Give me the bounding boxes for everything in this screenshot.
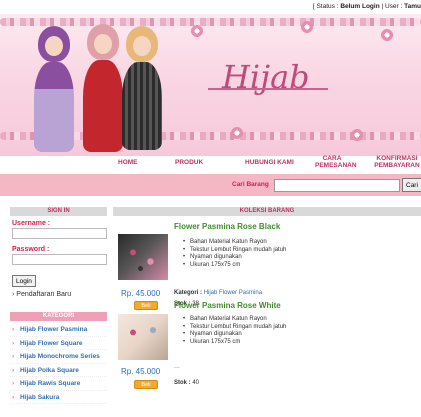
- flower-decoration: [350, 128, 364, 142]
- feature-item: Nyaman digunakan: [183, 331, 286, 339]
- feature-item: Bahan Material Katun Rayon: [183, 239, 286, 247]
- search-bar: Cari Barang Cari: [0, 174, 421, 196]
- product-features: Bahan Material Katun Rayon Tekstur Lembu…: [183, 316, 286, 346]
- category-label: Kategori :: [174, 290, 203, 296]
- user-value: Tamu: [404, 3, 421, 10]
- feature-item: Ukuran 175x75 cm: [183, 262, 286, 270]
- product-image[interactable]: [118, 234, 168, 280]
- product-category: Kategori : Hijab Flower Pasmina: [174, 290, 262, 296]
- search-input[interactable]: [274, 179, 400, 192]
- nav-cara-pemesanan[interactable]: CARA PEMESANAN: [315, 155, 357, 169]
- category-item[interactable]: Hijab Flower Pasmina: [10, 323, 107, 337]
- nav-konfirmasi-pembayaran[interactable]: KONFIRMASI PEMBAYARAN: [372, 155, 421, 169]
- feature-item: Nyaman digunakan: [183, 254, 286, 262]
- search-button[interactable]: Cari: [402, 178, 421, 192]
- category-list: Hijab Flower Pasmina Hijab Flower Square…: [10, 323, 107, 404]
- logo-ornament: [208, 88, 328, 90]
- feature-item: Ukuran 175x75 cm: [183, 339, 286, 347]
- flower-decoration: [300, 20, 314, 34]
- category-item[interactable]: Hijab Monochrome Series: [10, 350, 107, 364]
- buy-button[interactable]: Beli: [134, 380, 158, 389]
- signin-header: SIGN IN: [10, 207, 107, 216]
- flower-decoration: [190, 24, 204, 38]
- register-link-label: Pendaftaran Baru: [16, 291, 72, 298]
- status-bar: [ Status : Belum Login | User : Tamu: [0, 0, 421, 14]
- nav-produk[interactable]: PRODUK: [175, 159, 203, 166]
- password-label: Password :: [12, 246, 50, 253]
- product-price: Rp. 45.000: [121, 289, 161, 298]
- search-label: Cari Barang: [232, 181, 269, 188]
- register-link[interactable]: › Pendaftaran Baru: [12, 291, 107, 298]
- stock-label: Stok :: [174, 380, 191, 386]
- stock-info: Stok : 40: [174, 380, 199, 386]
- site-logo[interactable]: Hijab: [222, 58, 310, 96]
- status-value: Belum Login: [340, 3, 380, 10]
- username-label: Username :: [12, 220, 51, 227]
- main-nav: HOME PRODUK HUBUNGI KAMI CARA PEMESANAN …: [0, 155, 421, 174]
- feature-item: Bahan Material Katun Rayon: [183, 316, 286, 324]
- product-title[interactable]: Flower Pasmina Rose Black: [174, 222, 280, 231]
- nav-hubungi-kami[interactable]: HUBUNGI KAMI: [245, 159, 294, 166]
- model-illustration-right: [118, 24, 168, 150]
- left-sidebar: SIGN IN Username : Password : Login › Pe…: [10, 207, 107, 417]
- feature-item: Tekstur Lembut Ringan mudah jatuh: [183, 324, 286, 332]
- category-item[interactable]: Hijab Flower Square: [10, 337, 107, 350]
- model-illustration-left: [30, 24, 80, 152]
- password-field[interactable]: [12, 254, 107, 265]
- flower-decoration: [230, 126, 244, 140]
- stock-value: 40: [192, 380, 200, 386]
- nav-home[interactable]: HOME: [118, 159, 138, 166]
- header-banner: Hijab: [0, 14, 421, 156]
- product-card: Flower Pasmina Rose White Bahan Material…: [113, 301, 421, 417]
- category-item[interactable]: Hijab Polka Square: [10, 364, 107, 377]
- product-title[interactable]: Flower Pasmina Rose White: [174, 301, 281, 310]
- status-label: [ Status :: [312, 3, 339, 10]
- category-link[interactable]: Hijab Flower Pasmina: [204, 290, 262, 296]
- product-price: Rp. 45.000: [121, 367, 161, 376]
- product-collection: KOLEKSI BARANG Flower Pasmina Rose Black…: [113, 207, 421, 417]
- product-image[interactable]: [118, 314, 168, 360]
- flower-decoration: [380, 28, 394, 42]
- more-ellipsis: ...: [174, 363, 180, 370]
- category-item[interactable]: Hijab Rawis Square: [10, 377, 107, 391]
- category-item[interactable]: Hijab Sakura: [10, 391, 107, 404]
- product-features: Bahan Material Katun Rayon Tekstur Lembu…: [183, 239, 286, 269]
- username-field[interactable]: [12, 228, 107, 239]
- collection-header: KOLEKSI BARANG: [113, 207, 421, 216]
- login-button[interactable]: Login: [12, 275, 36, 287]
- kategori-header: KATEGORI: [10, 312, 107, 321]
- feature-item: Tekstur Lembut Ringan mudah jatuh: [183, 247, 286, 255]
- user-label: | User :: [381, 3, 403, 10]
